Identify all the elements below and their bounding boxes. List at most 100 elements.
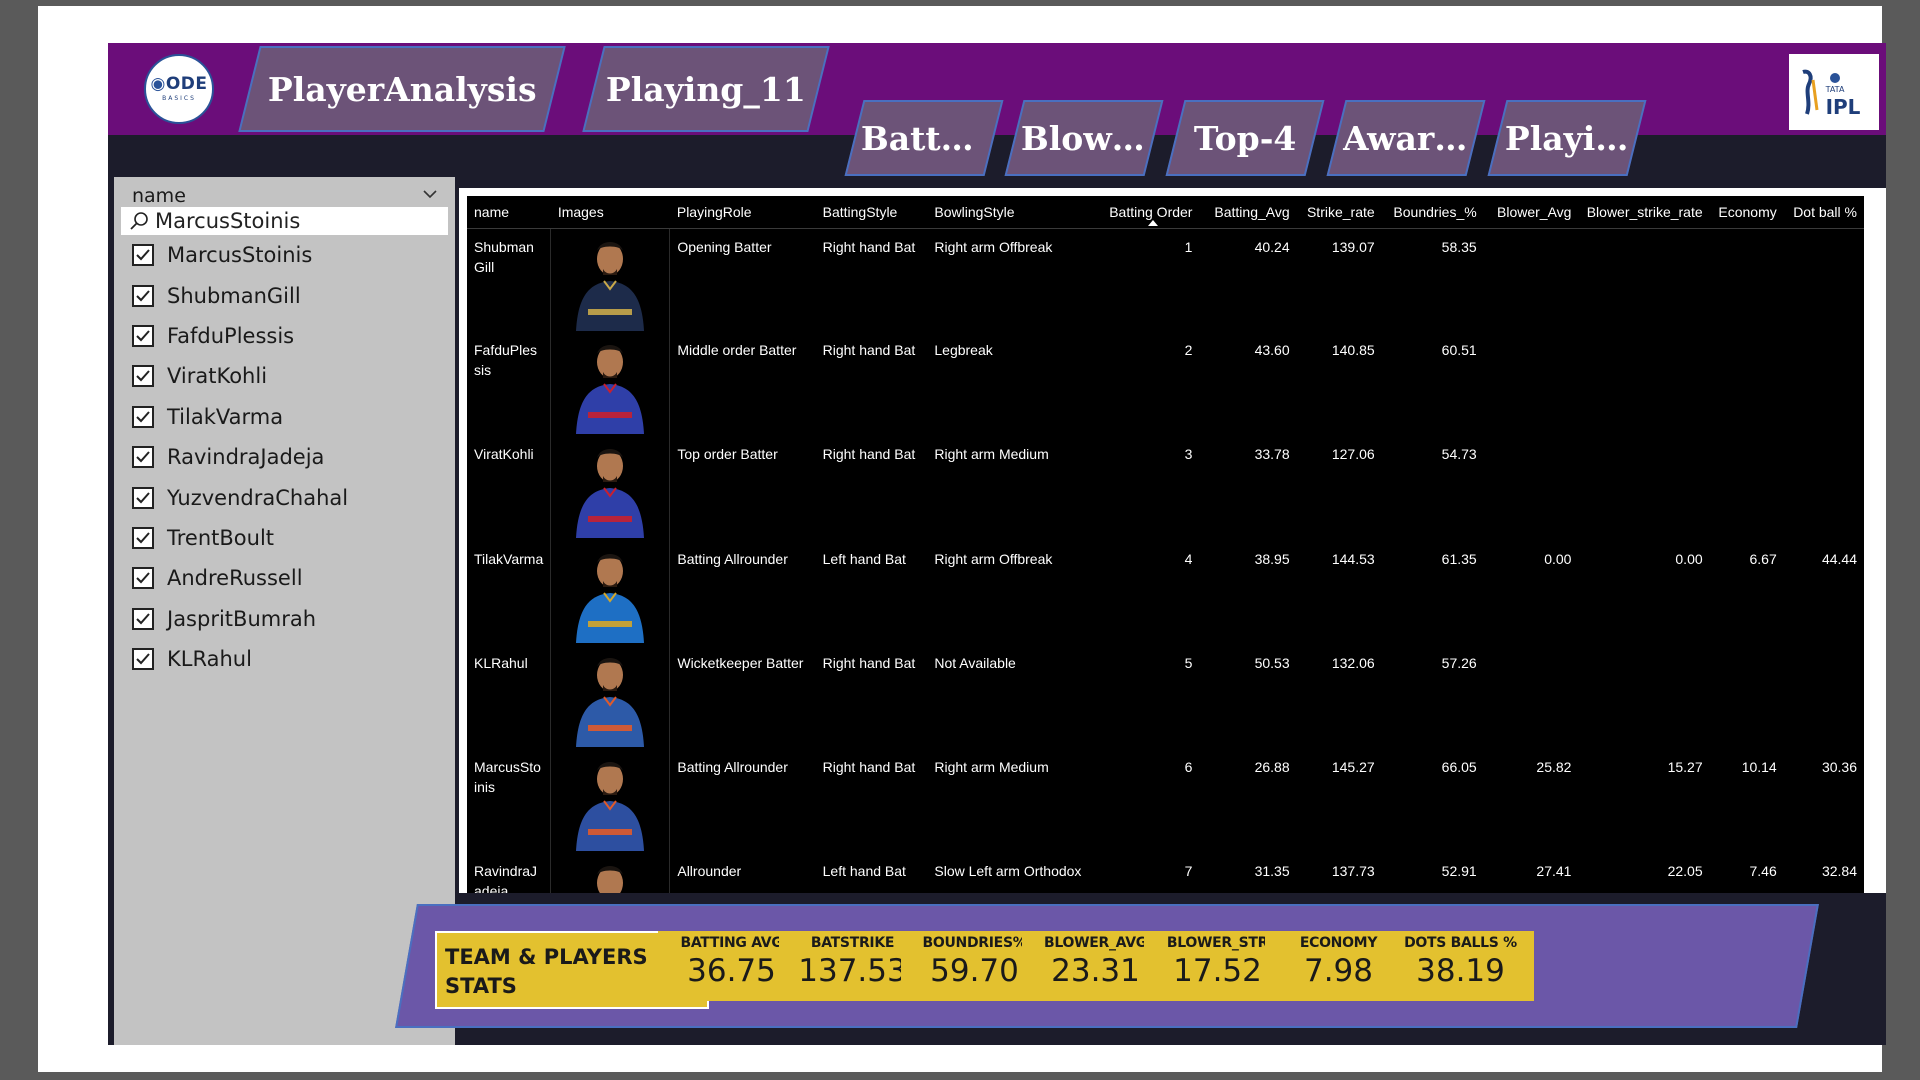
slicer-item[interactable]: RavindraJadeja [114, 437, 455, 477]
kpi-card: DOTS BALLS % 38.19 [1387, 931, 1534, 1001]
cell-avg: 33.78 [1254, 446, 1290, 463]
cell-avg: 50.53 [1254, 654, 1290, 671]
col-header-playing-role[interactable]: PlayingRole [669, 196, 816, 229]
col-header-economy[interactable]: Economy [1709, 196, 1784, 229]
cell-role: Wicketkeeper Batter [677, 654, 804, 671]
col-header-images[interactable]: Images [550, 196, 670, 229]
player-photo [576, 657, 645, 747]
tab-player-analysis[interactable]: PlayerAnalysis [238, 46, 566, 132]
cell-sr: 139.07 [1331, 238, 1375, 255]
slicer-item-label: KLRahul [167, 647, 252, 672]
tab-batting-label: Batting [861, 118, 987, 158]
cell-bnd: 66.05 [1441, 758, 1477, 775]
col-header-blower-avg[interactable]: Blower_Avg [1483, 196, 1579, 229]
col-header-name[interactable]: name [467, 196, 551, 229]
cell-dot: 32.84 [1821, 863, 1857, 880]
cell-bat: Right hand Bat [822, 758, 916, 775]
col-header-blower-strike-rate[interactable]: Blower_strike_rate [1578, 196, 1710, 229]
cell-bnd: 60.51 [1441, 342, 1477, 359]
slicer-item-label: JaspritBumrah [167, 606, 317, 631]
tab-player-analysis-label: PlayerAnalysis [267, 69, 537, 109]
col-header-boundries[interactable]: Boundries_% [1381, 196, 1484, 229]
codebasics-logo: ◉ODE BASICS [144, 54, 214, 124]
slicer-item[interactable]: FafduPlessis [114, 316, 455, 356]
table-row[interactable]: Shubman Gill Opening Batter Right hand Bat… [467, 228, 1864, 333]
tab-blower-label: Blower [1021, 118, 1147, 158]
slicer-item[interactable]: MarcusStoinis [114, 235, 455, 275]
cell-name: KLRahul [474, 654, 528, 671]
checkmark-icon [136, 532, 150, 544]
slicer-search-input[interactable] [155, 209, 435, 233]
cell-name: FafduPlessis [474, 342, 538, 379]
slicer-item[interactable]: TrentBoult [114, 518, 455, 558]
tab-batting[interactable]: Batting [844, 100, 1004, 176]
slicer-item[interactable]: YuzvendraChahal [114, 477, 455, 517]
checkbox[interactable] [132, 244, 154, 267]
tab-blower[interactable]: Blower [1004, 100, 1164, 176]
col-header-batting-style[interactable]: BattingStyle [815, 196, 928, 229]
chevron-down-icon[interactable] [423, 187, 437, 201]
slicer-item[interactable]: ShubmanGill [114, 275, 455, 315]
kpi-label: BATTING AVG [680, 935, 783, 951]
col-header-bowling-style[interactable]: BowlingStyle [927, 196, 1098, 229]
tab-top-4[interactable]: Top-4 [1165, 100, 1325, 176]
table-row[interactable]: TilakVarma Batting Allrounder Left hand Ba… [467, 540, 1864, 645]
slicer-header[interactable]: name [114, 177, 455, 207]
slicer-item[interactable]: TilakVarma [114, 397, 455, 437]
kpi-value: 7.98 [1303, 953, 1374, 989]
col-header-batting-order-label: Batting Order [1109, 203, 1193, 220]
col-header-batting-order[interactable]: Batting Order [1097, 196, 1200, 229]
report-page: ◉ODE BASICS PlayerAnalysis Playing_11 Ba… [38, 6, 1886, 1072]
checkmark-icon [136, 249, 150, 261]
checkbox[interactable] [132, 607, 154, 630]
tab-playing[interactable]: Playi… [1487, 100, 1647, 176]
slicer-search-box[interactable] [121, 207, 448, 235]
cell-bavg: 0.00 [1544, 550, 1572, 567]
slicer-item-label: AndreRussell [167, 566, 303, 591]
cell-eco [1710, 228, 1784, 332]
player-photo [576, 449, 645, 539]
checkbox[interactable] [132, 284, 154, 307]
kpi-label: BLOWER_STR [1166, 935, 1269, 951]
checkbox[interactable] [132, 486, 154, 509]
checkbox[interactable] [132, 324, 154, 347]
table-row[interactable]: ViratKohli Top order Batter Right hand Bat… [467, 436, 1864, 541]
cell-bavg [1484, 228, 1579, 332]
kpi-value: 17.52 [1173, 953, 1262, 989]
ipl-logo-top-text: TATA [1825, 85, 1845, 94]
kpi-value: 36.75 [687, 953, 776, 989]
cell-sr: 127.06 [1331, 446, 1375, 463]
checkbox[interactable] [132, 648, 154, 671]
slicer-item[interactable]: AndreRussell [114, 558, 455, 598]
slicer-item[interactable]: ViratKohli [114, 356, 455, 396]
cell-bnd: 52.91 [1441, 863, 1477, 880]
col-header-strike-rate[interactable]: Strike_rate [1296, 196, 1382, 229]
slicer-item[interactable]: JaspritBumrah [114, 599, 455, 639]
checkbox[interactable] [132, 365, 154, 388]
table-row[interactable]: RavindraJadeja Allrounder Left hand Bat Slo… [467, 853, 1864, 893]
col-header-dot-ball[interactable]: Dot ball % [1783, 196, 1864, 229]
table-row[interactable]: FafduPlessis Middle order Batter Right han… [467, 332, 1864, 437]
cell-bnd: 58.35 [1441, 238, 1477, 255]
table-row[interactable]: MarcusStoinis Batting Allrounder Right han… [467, 748, 1864, 854]
checkmark-icon [136, 653, 150, 665]
cell-bsr [1578, 436, 1709, 540]
checkbox[interactable] [132, 567, 154, 590]
cell-eco [1710, 332, 1784, 436]
cell-bavg [1484, 645, 1579, 749]
table-header-row: name Images PlayingRole BattingStyle Bow… [467, 196, 1864, 229]
checkbox[interactable] [132, 526, 154, 549]
tab-top-4-label: Top-4 [1193, 118, 1297, 158]
checkbox[interactable] [132, 446, 154, 469]
tab-playing-11[interactable]: Playing_11 [582, 46, 830, 132]
slicer-item[interactable]: KLRahul [114, 639, 455, 679]
cell-name: Shubman Gill [474, 238, 534, 275]
table-row[interactable]: KLRahul Wicketkeeper Batter Right hand Bat… [467, 644, 1864, 749]
col-header-batting-avg[interactable]: Batting_Avg [1199, 196, 1297, 229]
checkbox[interactable] [132, 405, 154, 428]
cell-bavg [1484, 332, 1579, 436]
player-image-cell [550, 332, 671, 437]
tab-awards[interactable]: Awards [1326, 100, 1486, 176]
checkmark-icon [136, 411, 150, 423]
cell-avg: 26.88 [1254, 758, 1290, 775]
